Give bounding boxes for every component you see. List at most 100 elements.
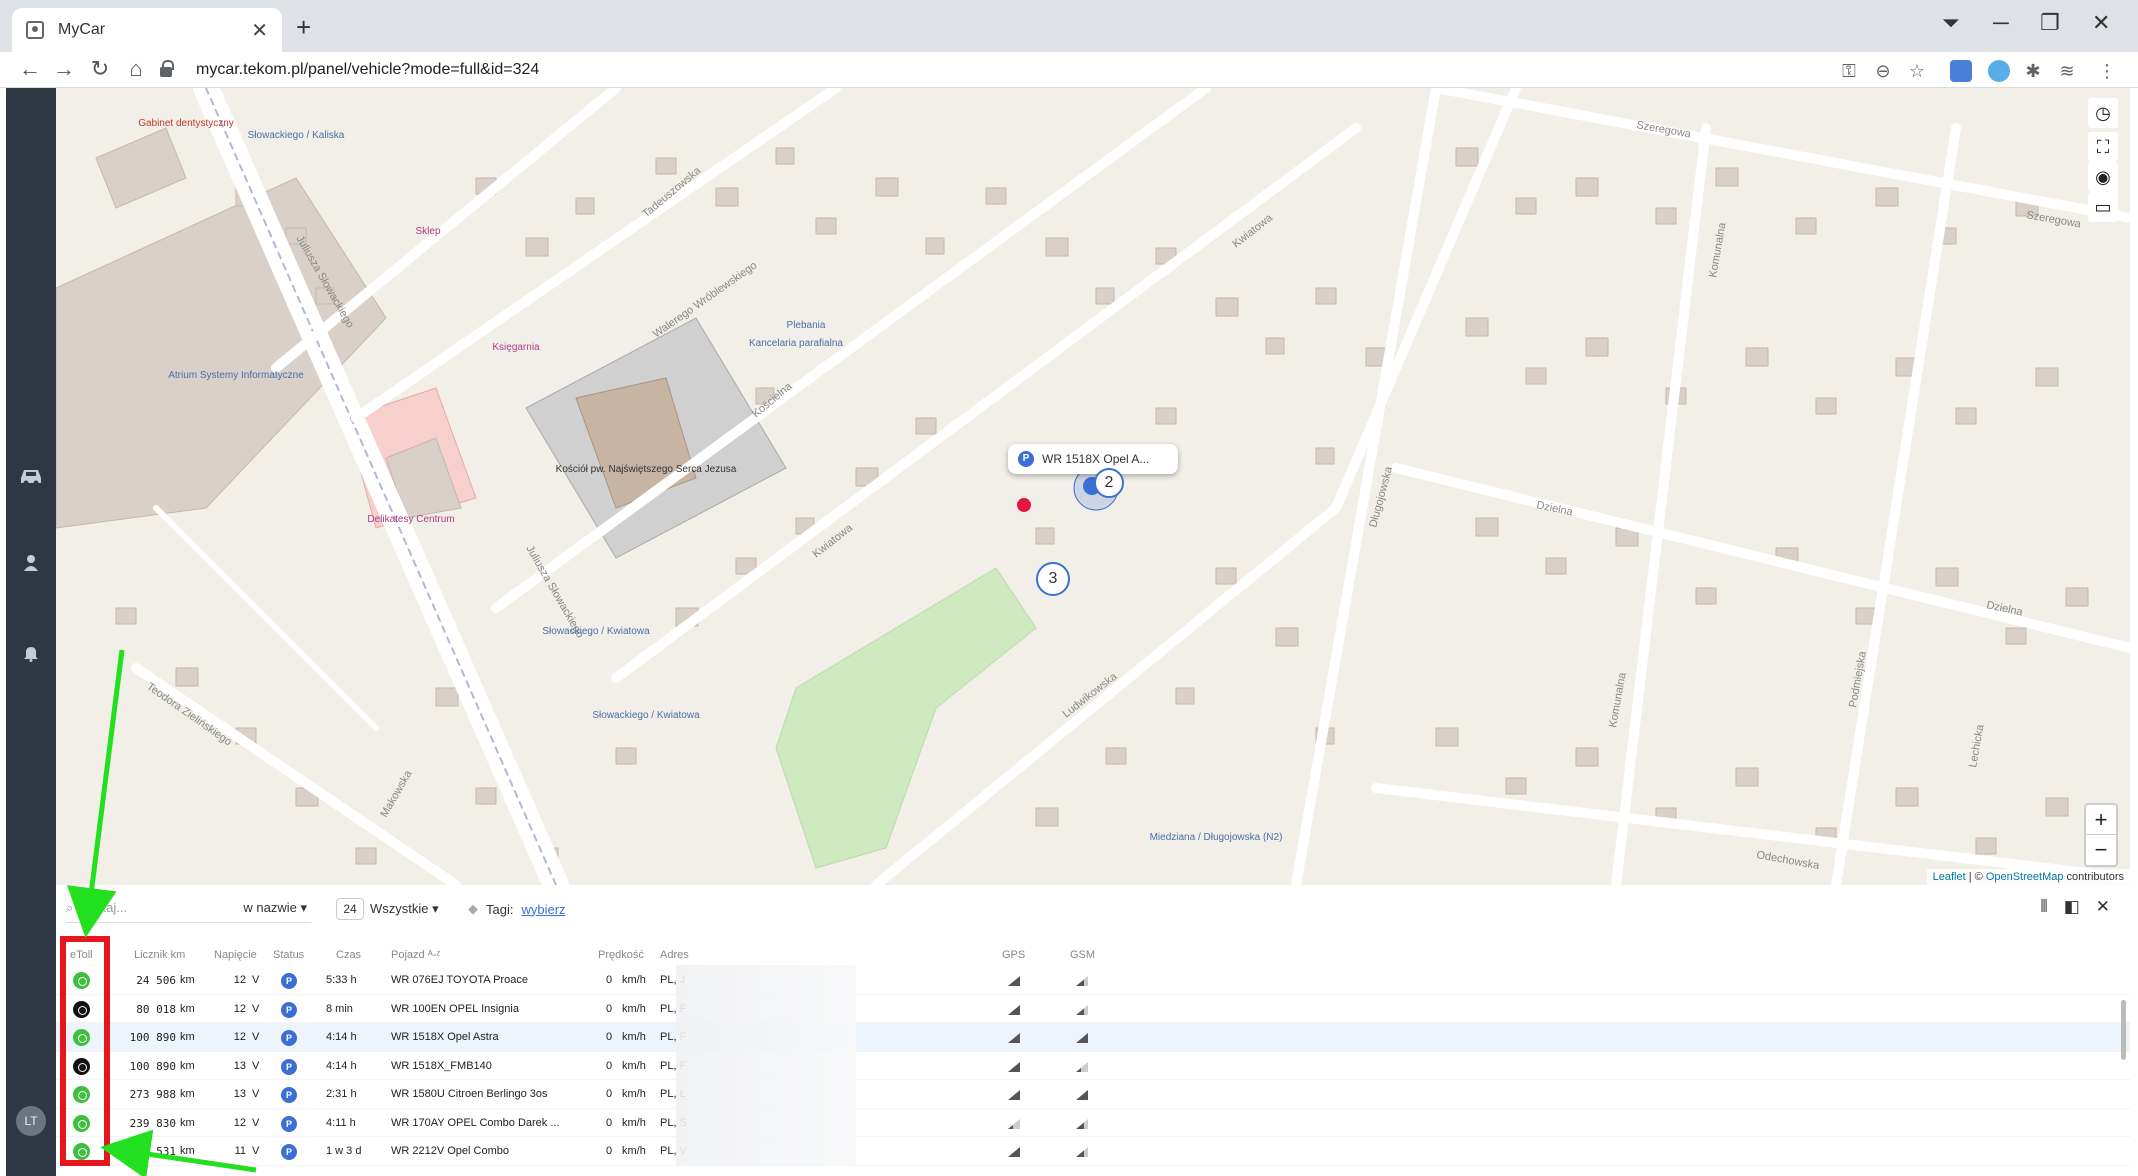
split-view-icon[interactable]: ◧ — [2064, 897, 2080, 917]
tab-close-icon[interactable]: ✕ — [251, 18, 268, 43]
back-icon[interactable]: ← — [16, 56, 44, 82]
table-row[interactable]: 273 988 km 13 V P 2:31 h WR 1580U Citroe… — [56, 1080, 2130, 1109]
avatar[interactable]: LT — [16, 1106, 46, 1136]
zoom-control: + − — [2084, 803, 2118, 867]
col-voltage[interactable]: Napięcie — [214, 949, 257, 961]
map-street-label: Dzielna — [1535, 499, 1574, 519]
reload-icon[interactable]: ↻ — [86, 56, 114, 82]
zoom-icon[interactable]: ⊖ — [1872, 60, 1894, 82]
map-poi-label: Delikatesy Centrum — [367, 514, 454, 525]
gps-signal-icon — [1008, 1147, 1020, 1157]
gsm-signal-icon — [1076, 1061, 1088, 1072]
table-row[interactable]: 100 890 km 13 V P 4:14 h WR 1518X_FMB140… — [56, 1052, 2130, 1080]
filter-bar: ⌕ Szukaj... w nazwie ▾ 24 Wszystkie ▾ ◆ … — [56, 885, 2130, 929]
forward-icon[interactable]: → — [50, 56, 78, 82]
browser-tab[interactable]: MyCar ✕ — [12, 8, 282, 52]
gsm-signal-icon — [1076, 1118, 1088, 1129]
map-street-label: Komunalna — [1607, 671, 1629, 729]
map-street-label: Komunalna — [1707, 221, 1729, 279]
address-bar[interactable]: mycar.tekom.pl/panel/vehicle?mode=full&i… — [160, 54, 1900, 86]
vehicles-icon[interactable] — [6, 464, 56, 491]
gps-signal-icon — [1008, 1033, 1020, 1043]
fullscreen-icon[interactable]: ⛶ — [2088, 132, 2118, 162]
speedometer-icon[interactable]: ◷ — [2088, 98, 2118, 128]
gsm-signal-icon — [1076, 1090, 1088, 1100]
parking-status-icon: P — [281, 1087, 297, 1103]
profile-extension-icon[interactable]: ≋ — [2056, 60, 2078, 82]
gps-signal-icon — [1008, 1061, 1020, 1072]
table-row[interactable]: 239 830 km 12 V P 4:11 h WR 170AY OPEL C… — [56, 1109, 2130, 1137]
browser-menu-icon[interactable]: ⋮ — [2096, 60, 2118, 82]
status-filter-select[interactable]: Wszystkie ▾ — [370, 901, 439, 917]
search-input[interactable]: ⌕ Szukaj... w nazwie ▾ — [66, 893, 311, 923]
vehicle-name: WR 1518X_FMB140 — [391, 1059, 492, 1072]
gsm-signal-icon — [1076, 1004, 1088, 1015]
bell-icon[interactable] — [6, 644, 56, 667]
gps-signal-icon — [1008, 1118, 1020, 1129]
url-text: mycar.tekom.pl/panel/vehicle?mode=full&i… — [196, 61, 540, 78]
eye-icon[interactable]: ◉ — [2088, 162, 2118, 192]
vehicle-name: WR 1580U Citroen Berlingo 3os — [391, 1088, 548, 1100]
tags-label: Tagi: — [486, 901, 514, 917]
map-cluster[interactable]: 2 — [1094, 468, 1124, 498]
col-gsm[interactable]: GSM — [1070, 949, 1095, 961]
minimize-icon[interactable]: ─ — [1993, 10, 2009, 36]
bookmark-star-icon[interactable]: ☆ — [1906, 60, 1928, 82]
extension-icon[interactable] — [1988, 60, 2010, 82]
home-icon[interactable]: ⌂ — [122, 56, 150, 82]
col-address[interactable]: Adres — [660, 949, 689, 961]
parking-status-icon: P — [281, 973, 297, 989]
map-poi-label: Sklep — [415, 226, 440, 237]
table-row-selected[interactable]: 100 890 km 12 V P 4:14 h WR 1518X Opel A… — [56, 1023, 2130, 1052]
map-poi-label: Słowackiego / Kwiatowa — [592, 710, 700, 721]
annotation-highlight-box — [60, 936, 110, 1166]
table-row[interactable]: 80 018 km 12 V P 8 min WR 100EN OPEL Ins… — [56, 995, 2130, 1023]
search-mode-select[interactable]: w nazwie ▾ — [243, 900, 307, 916]
panel-close-icon[interactable]: ✕ — [2096, 897, 2110, 917]
table-header: eToll Licznik km Napięcie Status Czas Po… — [56, 947, 2130, 965]
tag-filter: ◆ Tagi: wybierz — [468, 901, 566, 917]
map-poi-label: Słowackiego / Kwiatowa — [542, 626, 650, 637]
gps-signal-icon — [1008, 1004, 1020, 1015]
map-street-label: Lechicka — [1967, 723, 1987, 769]
key-icon[interactable]: ⚿ — [1838, 60, 1860, 82]
parking-status-icon: P — [281, 1144, 297, 1160]
table-row[interactable]: 276 531 km 11 V P 1 w 3 d WR 2212V Opel … — [56, 1137, 2130, 1166]
search-placeholder: Szukaj... — [77, 900, 128, 915]
vehicle-name: WR 100EN OPEL Insignia — [391, 1002, 519, 1015]
map-view[interactable]: Juliusza Słowackiego Juliusza Słowackieg… — [56, 88, 2130, 885]
col-gps[interactable]: GPS — [1002, 949, 1025, 961]
col-speed[interactable]: Prędkość — [598, 949, 644, 961]
table-row[interactable]: 24 506 km 12 V P 5:33 h WR 076EJ TOYOTA … — [56, 966, 2130, 995]
col-time[interactable]: Czas — [336, 949, 361, 961]
col-vehicle[interactable]: Pojazd ᴬ-ᶻ — [391, 949, 440, 961]
panel-tools: ⫴ ◧ ✕ — [2041, 897, 2110, 917]
new-tab-icon[interactable]: + — [296, 12, 311, 43]
map-poi-label: Kancelaria parafialna — [749, 338, 843, 349]
translate-extension-icon[interactable] — [1950, 60, 1972, 82]
restore-icon[interactable]: ❐ — [2040, 10, 2060, 36]
profile-menu-icon[interactable]: ⏷ — [1942, 10, 1960, 36]
col-status[interactable]: Status — [273, 949, 304, 961]
extensions-puzzle-icon[interactable]: ✱ — [2022, 60, 2044, 82]
table-scrollbar[interactable] — [2121, 1000, 2126, 1060]
gps-signal-icon — [1008, 976, 1020, 986]
tags-select-link[interactable]: wybierz — [521, 902, 565, 917]
zoom-in-button[interactable]: + — [2086, 805, 2116, 835]
vehicle-popup[interactable]: P WR 1518X Opel A... — [1008, 444, 1178, 474]
col-odometer[interactable]: Licznik km — [134, 949, 185, 961]
user-icon[interactable] — [6, 554, 56, 577]
zoom-out-button[interactable]: − — [2086, 835, 2116, 865]
map-street-label: Walerego Wróblewskiego — [651, 259, 760, 340]
vehicle-list-panel: ⌕ Szukaj... w nazwie ▾ 24 Wszystkie ▾ ◆ … — [56, 885, 2130, 1176]
window-close-icon[interactable]: ✕ — [2092, 10, 2110, 36]
leaflet-link[interactable]: Leaflet — [1933, 871, 1966, 883]
layers-icon[interactable]: ▭ — [2088, 192, 2118, 222]
map-alert-marker[interactable] — [1017, 498, 1031, 512]
osm-link[interactable]: OpenStreetMap — [1986, 871, 2064, 883]
columns-icon[interactable]: ⫴ — [2041, 897, 2048, 917]
map-cluster[interactable]: 3 — [1036, 562, 1070, 596]
map-poi-label: Słowackiego / Kaliska — [248, 130, 345, 141]
gps-signal-icon — [1008, 1090, 1020, 1100]
popup-vehicle-name: WR 1518X Opel A... — [1042, 452, 1150, 466]
